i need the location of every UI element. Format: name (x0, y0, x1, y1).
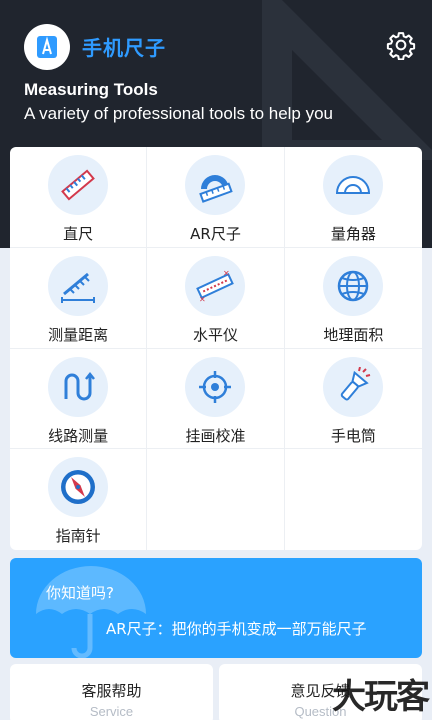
logo-icon (37, 36, 57, 58)
watermark: 大玩客 (332, 677, 430, 717)
tool-ar-ruler[interactable]: AR尺子 (147, 147, 285, 248)
button-label: 客服帮助 (81, 682, 142, 700)
tip-question: 你知道吗? (46, 584, 114, 602)
ar-ruler-icon (185, 155, 246, 215)
set-square-decoration (262, 0, 432, 160)
tools-grid: 直尺 AR尺子 量角器 测量距离 ✕ ✕ 水平仪 地理面积 线路测量 挂画校准 … (10, 147, 422, 550)
empty-cell (147, 449, 285, 550)
compass-icon (48, 457, 109, 518)
service-button[interactable]: 客服帮助 Service (10, 664, 213, 720)
tool-label: 线路测量 (48, 426, 109, 445)
svg-text:✕: ✕ (199, 295, 206, 304)
empty-cell (285, 449, 422, 550)
tool-label: AR尺子 (190, 225, 241, 243)
tool-label: 测量距离 (48, 325, 109, 344)
tip-banner[interactable]: 你知道吗? AR尺子：把你的手机变成一部万能尺子 (10, 558, 422, 658)
button-sublabel: Service (89, 704, 134, 719)
protractor-icon (323, 155, 384, 215)
app-name: 手机尺子 (82, 36, 166, 60)
tool-route[interactable]: 线路测量 (10, 348, 148, 450)
tool-label: 指南针 (55, 527, 101, 546)
tool-picture-align[interactable]: 挂画校准 (147, 348, 285, 450)
globe-icon (323, 255, 384, 316)
hero-subtitle: A variety of professional tools to help … (24, 104, 334, 123)
flashlight-icon (323, 356, 384, 417)
app-logo (24, 24, 70, 70)
gear-icon[interactable] (386, 30, 416, 61)
tool-label: 直尺 (63, 225, 94, 243)
target-icon (185, 356, 246, 417)
tool-measure-distance[interactable]: 测量距离 (10, 247, 148, 349)
umbrella-icon (36, 566, 146, 658)
tool-ruler[interactable]: 直尺 (10, 147, 148, 248)
tool-label: 水平仪 (192, 325, 238, 344)
tool-geo-area[interactable]: 地理面积 (284, 248, 422, 349)
tool-protractor[interactable]: 量角器 (284, 147, 422, 248)
route-icon (48, 356, 109, 417)
tool-label: 地理面积 (323, 325, 384, 344)
tool-compass[interactable]: 指南针 (10, 449, 148, 550)
tool-label: 量角器 (330, 225, 376, 243)
tool-label: 挂画校准 (185, 426, 246, 445)
hero-title: Measuring Tools (24, 80, 158, 99)
measure-distance-icon (48, 255, 109, 316)
svg-text:✕: ✕ (223, 269, 230, 278)
level-icon: ✕ ✕ (185, 255, 246, 316)
tip-text: AR尺子：把你的手机变成一部万能尺子 (106, 620, 367, 638)
tool-flashlight[interactable]: 手电筒 (284, 349, 422, 450)
tool-label: 手电筒 (330, 426, 376, 445)
ruler-icon (48, 155, 109, 215)
tool-level[interactable]: ✕ ✕ 水平仪 (147, 247, 285, 349)
